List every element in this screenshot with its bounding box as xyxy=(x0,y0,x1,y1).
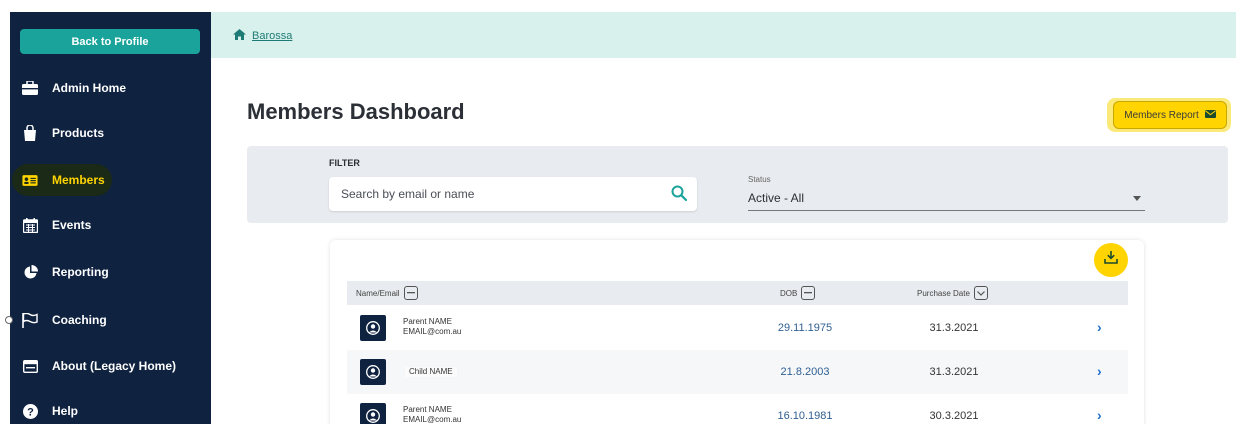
question-circle-icon: ? xyxy=(22,403,38,419)
member-purchase-date: 30.3.2021 xyxy=(929,410,979,422)
member-dob: 29.11.1975 xyxy=(777,322,833,334)
column-header-label: DOB xyxy=(780,288,798,298)
sidebar-item-label: Events xyxy=(52,218,92,232)
avatar xyxy=(360,359,386,385)
members-report-label: Members Report xyxy=(1124,109,1199,121)
sidebar-item-admin-home[interactable]: Admin Home xyxy=(10,70,211,106)
calendar-icon xyxy=(22,217,38,233)
sidebar-item-label: Coaching xyxy=(52,313,107,327)
window-icon xyxy=(22,358,38,374)
sidebar-item-members[interactable]: Members xyxy=(10,162,211,198)
column-dob: DOB xyxy=(780,286,816,300)
member-purchase-date: 31.3.2021 xyxy=(929,366,979,378)
status-select[interactable]: Active - All xyxy=(748,187,1145,211)
sort-toggle[interactable] xyxy=(973,286,988,300)
resize-handle[interactable] xyxy=(5,316,13,324)
download-icon xyxy=(1104,251,1118,269)
sort-toggle[interactable] xyxy=(403,286,418,300)
column-header-label: Purchase Date xyxy=(917,288,970,298)
flag-icon xyxy=(22,312,38,328)
download-button[interactable] xyxy=(1094,243,1128,277)
member-dob: 16.10.1981 xyxy=(777,410,833,422)
sidebar-item-label: Help xyxy=(52,404,79,418)
members-card: Name/Email DOB Purchase Date Parent NAME… xyxy=(330,240,1144,424)
sidebar-item-label: About (Legacy Home) xyxy=(52,359,177,373)
search-icon[interactable] xyxy=(671,185,688,206)
avatar xyxy=(360,403,386,424)
sidebar-item-events[interactable]: Events xyxy=(10,207,211,243)
member-name: Child NAME xyxy=(409,367,453,376)
breadcrumb-home-link[interactable]: Barossa xyxy=(252,30,292,42)
member-email: EMAIL@com.au xyxy=(403,415,462,424)
breadcrumb: Barossa xyxy=(233,29,292,43)
table-header: Name/Email DOB Purchase Date xyxy=(347,281,1128,305)
column-name-email: Name/Email xyxy=(356,286,418,300)
status-value: Active - All xyxy=(748,191,805,205)
envelope-icon xyxy=(1204,109,1216,121)
member-name: Parent NAME xyxy=(403,405,452,414)
member-email: EMAIL@com.au xyxy=(403,327,462,336)
column-purchase-date: Purchase Date xyxy=(917,286,988,300)
svg-text:?: ? xyxy=(27,406,34,418)
sidebar-item-label: Admin Home xyxy=(52,81,127,95)
table-row[interactable]: Child NAME 21.8.2003 31.3.2021 › xyxy=(347,350,1128,394)
sidebar-item-reporting[interactable]: Reporting xyxy=(10,254,211,290)
column-header-label: Name/Email xyxy=(356,288,400,298)
id-card-icon xyxy=(22,172,38,188)
top-bar: Barossa xyxy=(211,12,1236,58)
sidebar-item-label: Products xyxy=(52,126,105,140)
chevron-right-icon[interactable]: › xyxy=(1097,363,1102,379)
sidebar-item-coaching[interactable]: Coaching xyxy=(10,302,211,338)
back-to-profile-button[interactable]: Back to Profile xyxy=(20,29,200,54)
member-name: Parent NAME xyxy=(403,317,452,326)
filter-panel: FILTER Status Active - All xyxy=(247,146,1228,223)
status-label: Status xyxy=(748,175,771,184)
sidebar-item-products[interactable]: Products xyxy=(10,115,211,151)
search-input[interactable] xyxy=(341,177,671,211)
sidebar-item-help[interactable]: ? Help xyxy=(10,393,211,424)
chevron-right-icon[interactable]: › xyxy=(1097,407,1102,423)
table-row[interactable]: Parent NAME EMAIL@com.au 16.10.1981 30.3… xyxy=(347,394,1128,424)
sidebar-item-label: Reporting xyxy=(52,265,109,279)
sidebar: Back to Profile Admin Home Products Memb… xyxy=(10,12,211,424)
sidebar-item-about-legacy-home[interactable]: About (Legacy Home) xyxy=(10,348,211,384)
caret-down-icon xyxy=(1133,196,1141,201)
app-root: Back to Profile Admin Home Products Memb… xyxy=(0,0,1236,424)
briefcase-icon xyxy=(22,80,38,96)
table-row[interactable]: Parent NAME EMAIL@com.au 29.11.1975 31.3… xyxy=(347,306,1128,350)
pie-chart-icon xyxy=(22,264,38,280)
member-purchase-date: 31.3.2021 xyxy=(929,322,979,334)
search-box xyxy=(329,177,697,211)
filter-label: FILTER xyxy=(329,158,360,168)
member-name-email: Parent NAME EMAIL@com.au xyxy=(403,405,461,424)
member-dob: 21.8.2003 xyxy=(780,366,830,378)
sidebar-item-label: Members xyxy=(52,173,105,187)
shopping-bag-icon xyxy=(22,125,38,141)
page-title: Members Dashboard xyxy=(247,99,465,124)
avatar xyxy=(360,315,386,341)
member-name-email: Child NAME xyxy=(405,367,457,377)
sort-toggle[interactable] xyxy=(801,286,816,300)
chevron-right-icon[interactable]: › xyxy=(1097,319,1102,335)
member-name-email: Parent NAME EMAIL@com.au xyxy=(403,317,461,337)
members-report-button[interactable]: Members Report xyxy=(1113,101,1227,129)
home-icon xyxy=(233,29,246,43)
